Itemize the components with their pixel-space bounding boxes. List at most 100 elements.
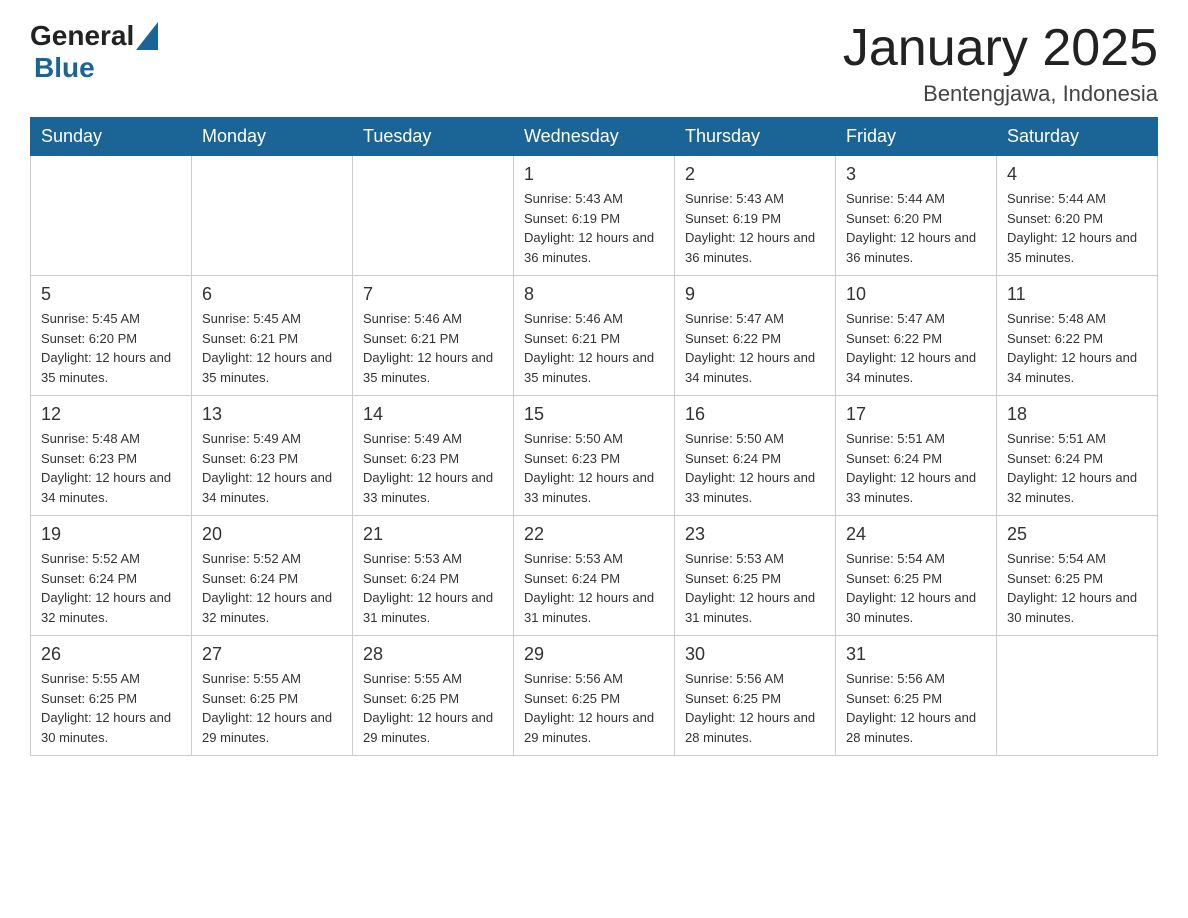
day-info: Sunrise: 5:44 AM Sunset: 6:20 PM Dayligh… (1007, 189, 1147, 267)
day-number: 5 (41, 284, 181, 305)
calendar-cell: 20Sunrise: 5:52 AM Sunset: 6:24 PM Dayli… (192, 516, 353, 636)
calendar-cell: 18Sunrise: 5:51 AM Sunset: 6:24 PM Dayli… (997, 396, 1158, 516)
calendar-cell: 29Sunrise: 5:56 AM Sunset: 6:25 PM Dayli… (514, 636, 675, 756)
day-number: 22 (524, 524, 664, 545)
day-info: Sunrise: 5:53 AM Sunset: 6:25 PM Dayligh… (685, 549, 825, 627)
day-info: Sunrise: 5:47 AM Sunset: 6:22 PM Dayligh… (846, 309, 986, 387)
day-info: Sunrise: 5:54 AM Sunset: 6:25 PM Dayligh… (846, 549, 986, 627)
calendar-cell: 23 Sunrise: 5:53 AM Sunset: 6:25 PM Dayli… (675, 516, 836, 636)
day-number: 7 (363, 284, 503, 305)
day-number: 26 (41, 644, 181, 665)
day-number: 31 (846, 644, 986, 665)
weekday-header-tuesday: Tuesday (353, 118, 514, 156)
day-number: 11 (1007, 284, 1147, 305)
day-number: 16 (685, 404, 825, 425)
day-number: 12 (41, 404, 181, 425)
day-number: 25 (1007, 524, 1147, 545)
day-info: Sunrise: 5:55 AM Sunset: 6:25 PM Dayligh… (202, 669, 342, 747)
calendar-cell: 1 Sunrise: 5:43 AM Sunset: 6:19 PM Daylig… (514, 156, 675, 276)
day-info: Sunrise: 5:55 AM Sunset: 6:25 PM Dayligh… (363, 669, 503, 747)
calendar-cell: 8 Sunrise: 5:46 AM Sunset: 6:21 PM Daylig… (514, 276, 675, 396)
calendar-cell: 10 Sunrise: 5:47 AM Sunset: 6:22 PM Dayli… (836, 276, 997, 396)
day-number: 4 (1007, 164, 1147, 185)
weekday-header-friday: Friday (836, 118, 997, 156)
day-info: Sunrise: 5:45 AM Sunset: 6:20 PM Dayligh… (41, 309, 181, 387)
day-info: Sunrise: 5:49 AM Sunset: 6:23 PM Dayligh… (363, 429, 503, 507)
calendar-cell (353, 156, 514, 276)
calendar-cell: 27 Sunrise: 5:55 AM Sunset: 6:25 PM Dayli… (192, 636, 353, 756)
day-info: Sunrise: 5:45 AM Sunset: 6:21 PM Dayligh… (202, 309, 342, 387)
calendar-week-row: 5 Sunrise: 5:45 AM Sunset: 6:20 PM Daylig… (31, 276, 1158, 396)
weekday-header-thursday: Thursday (675, 118, 836, 156)
day-info: Sunrise: 5:51 AM Sunset: 6:24 PM Dayligh… (846, 429, 986, 507)
logo-blue-text: Blue (34, 52, 95, 83)
day-info: Sunrise: 5:53 AM Sunset: 6:24 PM Dayligh… (524, 549, 664, 627)
calendar-cell: 31 Sunrise: 5:56 AM Sunset: 6:25 PM Dayli… (836, 636, 997, 756)
calendar-subtitle: Bentengjawa, Indonesia (843, 81, 1158, 107)
calendar-cell: 30 Sunrise: 5:56 AM Sunset: 6:25 PM Dayli… (675, 636, 836, 756)
day-number: 14 (363, 404, 503, 425)
calendar-cell (31, 156, 192, 276)
day-info: Sunrise: 5:52 AM Sunset: 6:24 PM Dayligh… (41, 549, 181, 627)
day-info: Sunrise: 5:47 AM Sunset: 6:22 PM Dayligh… (685, 309, 825, 387)
calendar-cell: 4 Sunrise: 5:44 AM Sunset: 6:20 PM Daylig… (997, 156, 1158, 276)
calendar-cell: 19 Sunrise: 5:52 AM Sunset: 6:24 PM Dayli… (31, 516, 192, 636)
day-info: Sunrise: 5:44 AM Sunset: 6:20 PM Dayligh… (846, 189, 986, 267)
calendar-cell: 22 Sunrise: 5:53 AM Sunset: 6:24 PM Dayli… (514, 516, 675, 636)
weekday-header-saturday: Saturday (997, 118, 1158, 156)
calendar-title: January 2025 (843, 20, 1158, 77)
weekday-header-monday: Monday (192, 118, 353, 156)
calendar-table: SundayMondayTuesdayWednesdayThursdayFrid… (30, 117, 1158, 756)
day-info: Sunrise: 5:54 AM Sunset: 6:25 PM Dayligh… (1007, 549, 1147, 627)
calendar-cell: 13 Sunrise: 5:49 AM Sunset: 6:23 PM Dayli… (192, 396, 353, 516)
day-number: 10 (846, 284, 986, 305)
calendar-cell: 28 Sunrise: 5:55 AM Sunset: 6:25 PM Dayli… (353, 636, 514, 756)
logo-triangle-icon (136, 22, 158, 50)
day-info: Sunrise: 5:46 AM Sunset: 6:21 PM Dayligh… (363, 309, 503, 387)
day-info: Sunrise: 5:50 AM Sunset: 6:24 PM Dayligh… (685, 429, 825, 507)
day-number: 23 (685, 524, 825, 545)
day-number: 6 (202, 284, 342, 305)
calendar-cell: 15Sunrise: 5:50 AM Sunset: 6:23 PM Dayli… (514, 396, 675, 516)
day-number: 30 (685, 644, 825, 665)
day-number: 28 (363, 644, 503, 665)
day-number: 1 (524, 164, 664, 185)
calendar-cell: 9 Sunrise: 5:47 AM Sunset: 6:22 PM Daylig… (675, 276, 836, 396)
day-info: Sunrise: 5:49 AM Sunset: 6:23 PM Dayligh… (202, 429, 342, 507)
day-info: Sunrise: 5:51 AM Sunset: 6:24 PM Dayligh… (1007, 429, 1147, 507)
day-info: Sunrise: 5:55 AM Sunset: 6:25 PM Dayligh… (41, 669, 181, 747)
day-number: 9 (685, 284, 825, 305)
calendar-cell: 24 Sunrise: 5:54 AM Sunset: 6:25 PM Dayli… (836, 516, 997, 636)
day-number: 13 (202, 404, 342, 425)
day-number: 3 (846, 164, 986, 185)
calendar-cell: 21Sunrise: 5:53 AM Sunset: 6:24 PM Dayli… (353, 516, 514, 636)
title-block: January 2025 Bentengjawa, Indonesia (843, 20, 1158, 107)
calendar-cell: 2Sunrise: 5:43 AM Sunset: 6:19 PM Daylig… (675, 156, 836, 276)
day-number: 19 (41, 524, 181, 545)
day-number: 27 (202, 644, 342, 665)
calendar-cell: 7 Sunrise: 5:46 AM Sunset: 6:21 PM Daylig… (353, 276, 514, 396)
day-info: Sunrise: 5:56 AM Sunset: 6:25 PM Dayligh… (846, 669, 986, 747)
calendar-cell: 3 Sunrise: 5:44 AM Sunset: 6:20 PM Daylig… (836, 156, 997, 276)
calendar-cell: 5 Sunrise: 5:45 AM Sunset: 6:20 PM Daylig… (31, 276, 192, 396)
calendar-week-row: 12Sunrise: 5:48 AM Sunset: 6:23 PM Dayli… (31, 396, 1158, 516)
day-number: 24 (846, 524, 986, 545)
calendar-cell: 11 Sunrise: 5:48 AM Sunset: 6:22 PM Dayli… (997, 276, 1158, 396)
logo-general-text: General (30, 20, 134, 52)
day-info: Sunrise: 5:53 AM Sunset: 6:24 PM Dayligh… (363, 549, 503, 627)
calendar-week-row: 19 Sunrise: 5:52 AM Sunset: 6:24 PM Dayli… (31, 516, 1158, 636)
day-info: Sunrise: 5:52 AM Sunset: 6:24 PM Dayligh… (202, 549, 342, 627)
day-info: Sunrise: 5:56 AM Sunset: 6:25 PM Dayligh… (685, 669, 825, 747)
calendar-week-row: 26 Sunrise: 5:55 AM Sunset: 6:25 PM Dayli… (31, 636, 1158, 756)
calendar-cell: 26 Sunrise: 5:55 AM Sunset: 6:25 PM Dayli… (31, 636, 192, 756)
calendar-cell (997, 636, 1158, 756)
calendar-week-row: 1 Sunrise: 5:43 AM Sunset: 6:19 PM Daylig… (31, 156, 1158, 276)
day-info: Sunrise: 5:46 AM Sunset: 6:21 PM Dayligh… (524, 309, 664, 387)
day-info: Sunrise: 5:48 AM Sunset: 6:22 PM Dayligh… (1007, 309, 1147, 387)
day-info: Sunrise: 5:50 AM Sunset: 6:23 PM Dayligh… (524, 429, 664, 507)
day-number: 8 (524, 284, 664, 305)
calendar-cell: 14 Sunrise: 5:49 AM Sunset: 6:23 PM Dayli… (353, 396, 514, 516)
day-info: Sunrise: 5:43 AM Sunset: 6:19 PM Dayligh… (685, 189, 825, 267)
day-info: Sunrise: 5:43 AM Sunset: 6:19 PM Dayligh… (524, 189, 664, 267)
calendar-cell: 12Sunrise: 5:48 AM Sunset: 6:23 PM Dayli… (31, 396, 192, 516)
